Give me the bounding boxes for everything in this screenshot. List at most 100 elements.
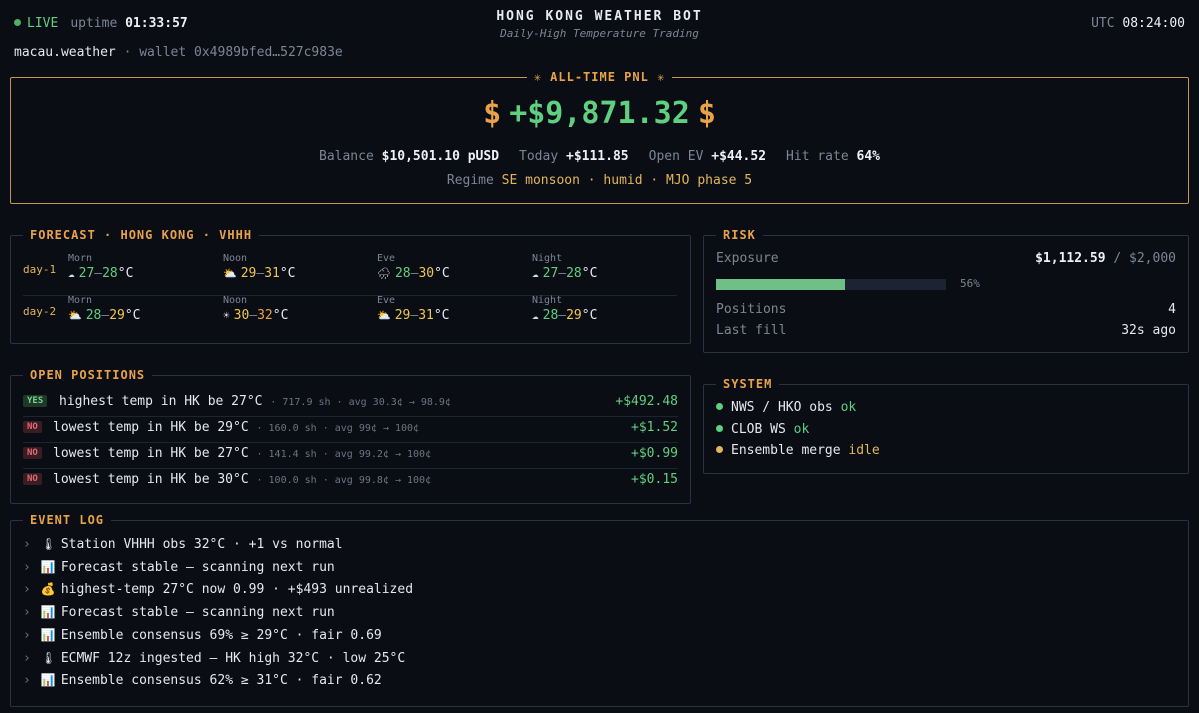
regime-label: Regime (446, 173, 494, 188)
hit-rate-label: Hit rate (786, 149, 849, 164)
thermometer-icon: 🌡 (40, 537, 57, 551)
chart-icon: 📊 (40, 673, 56, 688)
forecast-temps: ⛅ 29–31°C (223, 266, 296, 281)
position-row[interactable]: NO lowest temp in HK be 27°C · 141.4 sh ·… (23, 442, 678, 469)
status-dot-icon (716, 403, 723, 410)
pnl-stats: Balance $10,501.10 pUSD Today +$111.85 Ope… (11, 149, 1188, 164)
page-title: HONG KONG WEATHER BOT (496, 9, 703, 24)
forecast-high-temp: 29 (566, 308, 582, 323)
chart-icon: 📊 (40, 559, 56, 574)
system-service-status: ok (793, 421, 810, 437)
dollar-icon: $ (697, 96, 716, 131)
exposure-amount: $1,112.59 (1035, 251, 1106, 266)
open-ev-value: +$44.52 (711, 149, 767, 164)
forecast-day-row: day-2 Morn ⛅ 28–29°C Noon ☀ 30–32°C Eve ⛅ 29–31°C… (23, 295, 677, 337)
event-log-panel: EVENT LOG › 🌡 Station VHHH obs 32°C · +1 v… (10, 513, 1189, 707)
forecast-unit: °C (434, 266, 450, 281)
sun-icon: ☀ (223, 309, 230, 322)
position-row[interactable]: NO lowest temp in HK be 29°C · 160.0 sh ·… (23, 416, 678, 443)
today-value: +$111.85 (566, 149, 629, 164)
position-row[interactable]: YES highest temp in HK be 27°C · 717.9 sh… (23, 390, 678, 417)
chevron-right-icon: › (23, 605, 31, 621)
position-meta: · 100.0 sh · avg 99.8¢ → 100¢ (256, 475, 432, 486)
cloud-icon: ☁ (532, 309, 539, 322)
forecast-temps: ⛅ 29–31°C (377, 308, 450, 323)
range-dash: – (410, 308, 419, 323)
exposure-progress-bar (716, 279, 946, 290)
utc-time: 08:24:00 (1122, 16, 1185, 31)
forecast-temps: ⛅ 28–29°C (68, 308, 141, 323)
forecast-temps: ☀ 30–32°C (223, 308, 288, 323)
forecast-high-temp: 29 (109, 308, 125, 323)
risk-panel: RISK Exposure $1,112.59 / $2,000 56% Pos… (703, 228, 1189, 353)
forecast-unit: °C (581, 308, 598, 323)
forecast-low-temp: 27 (542, 266, 559, 281)
system-service-name: CLOB WS (731, 421, 786, 437)
forecast-unit: °C (272, 308, 289, 323)
pnl-value-row: $ +$9,871.32 $ (11, 96, 1188, 131)
forecast-slot: Eve ⛅ 29–31°C (377, 295, 450, 323)
balance-value: $10,501.10 pUSD (381, 149, 500, 164)
position-market: lowest temp in HK be 29°C · 160.0 sh · a… (53, 420, 419, 435)
wallet-address: wallet 0x4989bfed…527c983e (139, 45, 343, 60)
separator-dot: · (123, 45, 132, 60)
exposure-value: $1,112.59 / $2,000 (1035, 251, 1176, 266)
forecast-slot: Noon ☀ 30–32°C (223, 295, 288, 323)
system-panel-title: SYSTEM (716, 377, 780, 392)
status-dot-icon (716, 446, 723, 453)
exposure-label: Exposure (716, 251, 779, 266)
positions-count: 4 (1168, 302, 1176, 317)
range-dash: – (558, 308, 567, 323)
forecast-temps: 🌧 28–30°C (377, 266, 450, 281)
system-service-status: ok (840, 400, 857, 415)
partly-sunny-icon: ⛅ (223, 267, 237, 280)
forecast-low-temp: 28 (542, 308, 559, 323)
forecast-segment-label: Eve (377, 295, 396, 306)
last-fill-value: 32s ago (1121, 323, 1176, 338)
position-market: lowest temp in HK be 30°C · 100.0 sh · a… (53, 472, 431, 487)
forecast-high-temp: 31 (418, 308, 434, 323)
cloud-icon: ☁ (68, 267, 75, 280)
system-status-row: Ensemble merge idle (716, 443, 880, 458)
status-dot-icon (716, 424, 723, 432)
forecast-high-temp: 31 (264, 266, 280, 281)
chevron-right-icon: › (23, 537, 31, 552)
partly-sunny-icon: ⛅ (68, 309, 82, 322)
no-badge: NO (23, 447, 42, 459)
page-subtitle: Daily-High Temperature Trading (500, 27, 699, 40)
system-panel: SYSTEM NWS / HKO obs ok CLOB WS ok Ensembl… (703, 377, 1189, 474)
position-pnl: +$1.52 (631, 420, 678, 435)
chart-icon: 📊 (40, 627, 56, 642)
range-dash: – (101, 308, 110, 323)
system-status-row: CLOB WS ok (716, 422, 809, 437)
forecast-segment-label: Noon (223, 253, 248, 264)
forecast-segment-label: Night (532, 253, 563, 264)
position-market: highest temp in HK be 27°C · 717.9 sh · … (59, 394, 451, 409)
open-positions-title: OPEN POSITIONS (23, 368, 153, 383)
forecast-temps: ☁ 27–28°C (532, 266, 597, 281)
forecast-day-label: day-2 (23, 305, 57, 318)
event-log-text: Station VHHH obs 32°C · +1 vs normal (60, 537, 343, 552)
forecast-slot: Eve 🌧 28–30°C (377, 253, 450, 281)
forecast-day-label: day-1 (23, 263, 57, 276)
chart-icon: 📊 (40, 605, 56, 620)
dollar-icon: $ (483, 96, 502, 131)
utc-clock: UTC 08:24:00 (1091, 16, 1185, 31)
forecast-panel-title: FORECAST · HONG KONG · VHHH (23, 228, 260, 243)
forecast-low-temp: 28 (85, 308, 102, 323)
last-fill-label: Last fill (716, 323, 787, 338)
forecast-panel: FORECAST · HONG KONG · VHHH day-1 Morn ☁ 27… (10, 228, 691, 344)
chevron-right-icon: › (23, 650, 31, 666)
forecast-segment-label: Morn (68, 295, 93, 306)
event-log-item: › 🌡 ECMWF 12z ingested — HK high 32°C · lo… (23, 651, 405, 666)
position-row[interactable]: NO lowest temp in HK be 30°C · 100.0 sh ·… (23, 468, 678, 494)
forecast-unit: °C (433, 308, 450, 323)
forecast-temps: ☁ 27–28°C (68, 266, 133, 281)
event-log-item: › 📊 Forecast stable — scanning next run (23, 560, 335, 575)
forecast-high-temp: 32 (257, 308, 273, 323)
event-log-text: Ensemble consensus 69% ≥ 29°C · fair 0.6… (60, 627, 382, 643)
forecast-segment-label: Night (532, 295, 563, 306)
range-dash: – (249, 308, 258, 323)
forecast-slot: Morn ⛅ 28–29°C (68, 295, 141, 323)
event-log-text: Forecast stable — scanning next run (60, 605, 335, 621)
